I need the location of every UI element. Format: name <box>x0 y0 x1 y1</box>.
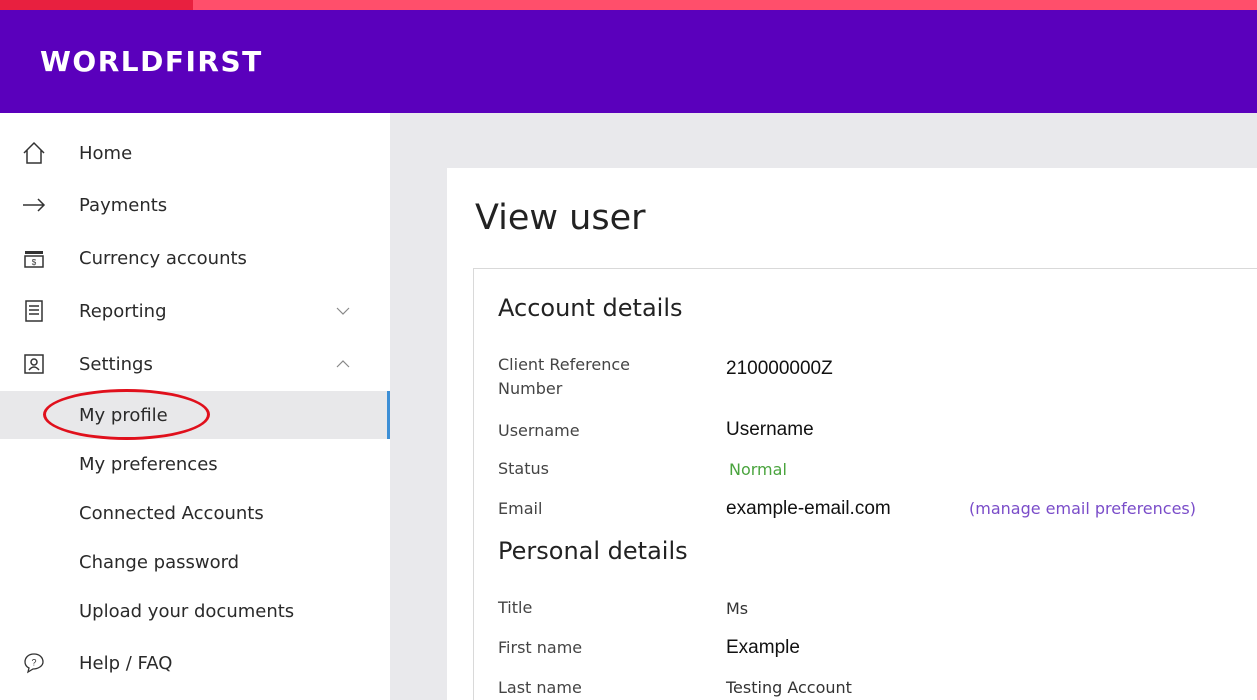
email-value: example-email.com <box>726 498 891 519</box>
status-badge: Normal <box>729 460 787 479</box>
first-name-label: First name <box>498 638 583 657</box>
page-title: View user <box>475 198 646 238</box>
sidebar-item-label: Home <box>79 143 133 164</box>
sidebar-item-currency-accounts[interactable]: $ Currency accounts <box>0 234 390 282</box>
last-name-value: Testing Account <box>726 678 852 697</box>
manage-email-preferences-link[interactable]: (manage email preferences) <box>969 499 1196 518</box>
account-details-title: Account details <box>498 294 683 322</box>
last-name-label: Last name <box>498 678 582 697</box>
sidebar-subitem-my-preferences[interactable]: My preferences <box>0 440 390 488</box>
sidebar-subitem-label: My preferences <box>79 454 218 475</box>
client-reference-value: 210000000Z <box>726 358 833 379</box>
sidebar-item-home[interactable]: Home <box>0 129 390 177</box>
client-reference-label: Client Reference Number <box>498 355 630 398</box>
sidebar-subitem-label: Change password <box>79 552 240 573</box>
annotation-circle <box>43 389 210 440</box>
sidebar-item-help[interactable]: ? Help / FAQ <box>0 639 390 687</box>
chevron-down-icon[interactable] <box>333 301 353 321</box>
sidebar-subitem-label: Upload your documents <box>79 601 295 622</box>
sidebar-item-label: Reporting <box>79 301 167 322</box>
details-panel <box>473 268 1257 700</box>
email-label: Email <box>498 499 543 518</box>
first-name-value: Example <box>726 637 800 658</box>
sidebar-item-label: Payments <box>79 195 168 216</box>
top-accent-strip <box>0 0 1257 10</box>
title-value: Ms <box>726 599 749 618</box>
username-label: Username <box>498 421 580 440</box>
id-card-icon <box>22 352 46 376</box>
svg-text:$: $ <box>32 258 37 267</box>
sidebar-subitem-upload-documents[interactable]: Upload your documents <box>0 587 390 635</box>
svg-text:?: ? <box>31 658 36 668</box>
sidebar-subitem-label: Connected Accounts <box>79 503 264 524</box>
sidebar-item-settings[interactable]: Settings <box>0 340 390 388</box>
sidebar-subitem-connected-accounts[interactable]: Connected Accounts <box>0 489 390 537</box>
sidebar-item-label: Currency accounts <box>79 248 247 269</box>
top-accent-segment <box>0 0 193 10</box>
wallet-icon: $ <box>22 246 46 270</box>
help-icon: ? <box>22 651 46 675</box>
personal-details-title: Personal details <box>498 537 688 565</box>
brand-logo[interactable]: WORLDFIRST <box>40 45 263 78</box>
sidebar-item-label: Settings <box>79 354 153 375</box>
title-label: Title <box>498 598 533 617</box>
status-label: Status <box>498 459 549 478</box>
home-icon <box>22 141 46 165</box>
sidebar-item-label: Help / FAQ <box>79 653 173 674</box>
chevron-up-icon[interactable] <box>333 354 353 374</box>
sidebar-item-payments[interactable]: Payments <box>0 181 390 229</box>
arrow-right-icon <box>22 193 46 217</box>
document-icon <box>22 299 46 323</box>
app-header: WORLDFIRST <box>0 10 1257 113</box>
sidebar-subitem-change-password[interactable]: Change password <box>0 538 390 586</box>
sidebar-item-reporting[interactable]: Reporting <box>0 287 390 335</box>
username-value: Username <box>726 419 814 440</box>
